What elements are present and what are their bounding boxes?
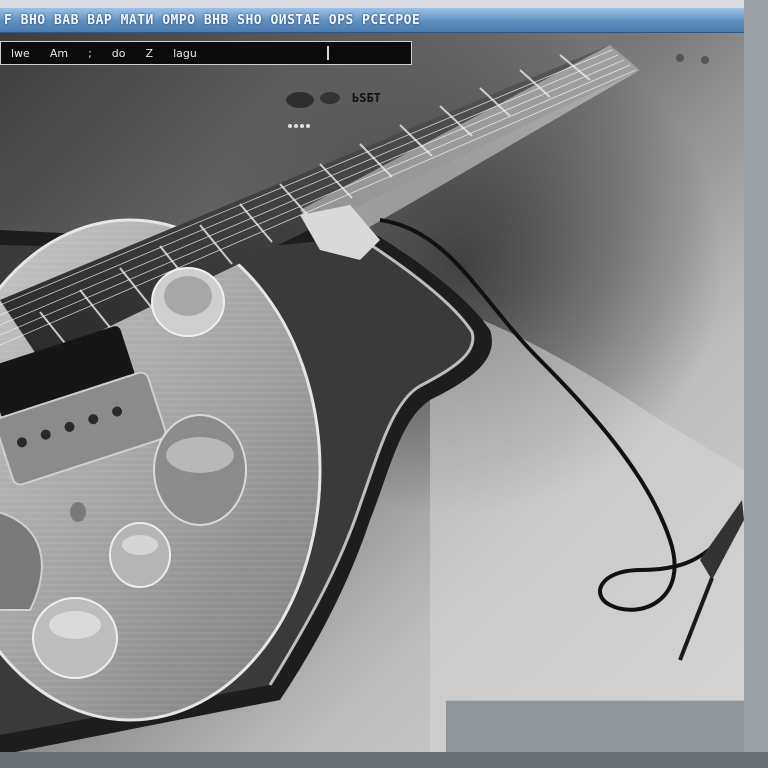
menu-item-6[interactable]: lagu (163, 47, 207, 60)
menu-separator (326, 46, 329, 60)
bottom-status-bar (0, 752, 768, 768)
guitar-photo (0, 33, 744, 755)
menu-item-2[interactable]: Am (40, 47, 78, 60)
menu-item-5[interactable]: Z (136, 47, 164, 60)
title-bar[interactable]: F ВНО ВАВ ВАР МАТИ ОМРО ВНВ ЅНО ОИЅТАЕ О… (0, 8, 744, 33)
menu-item-3[interactable]: ; (78, 47, 102, 60)
menu-item-1[interactable]: lwe (1, 47, 40, 60)
bottom-panel (446, 700, 744, 753)
window-top-strip (0, 0, 768, 8)
overlay-label: ЬЅБТ (352, 91, 381, 105)
menu-bar: lwe Am ; do Z lagu (0, 41, 412, 65)
window-title: F ВНО ВАВ ВАР МАТИ ОМРО ВНВ ЅНО ОИЅТАЕ О… (4, 12, 421, 28)
menu-item-4[interactable]: do (102, 47, 136, 60)
right-scroll-edge[interactable] (744, 0, 768, 768)
image-canvas[interactable]: ЬЅБТ (0, 33, 744, 755)
overlay-dots (288, 113, 312, 132)
app-window: F ВНО ВАВ ВАР МАТИ ОМРО ВНВ ЅНО ОИЅТАЕ О… (0, 0, 768, 768)
